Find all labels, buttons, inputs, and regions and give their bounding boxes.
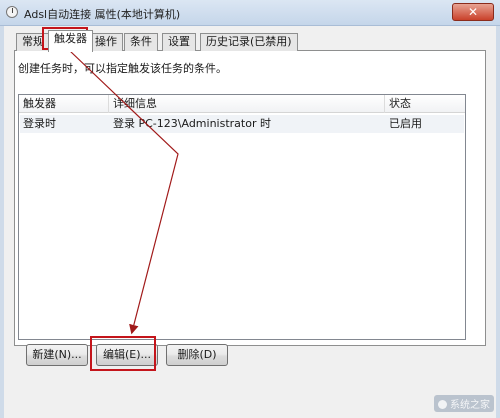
watermark-logo-icon <box>438 400 447 409</box>
annotation-arrow <box>69 50 179 335</box>
watermark: 系统之家 <box>434 395 494 412</box>
tab-triggers[interactable]: 触发器 <box>48 30 93 52</box>
watermark-text: 系统之家 <box>450 400 490 411</box>
